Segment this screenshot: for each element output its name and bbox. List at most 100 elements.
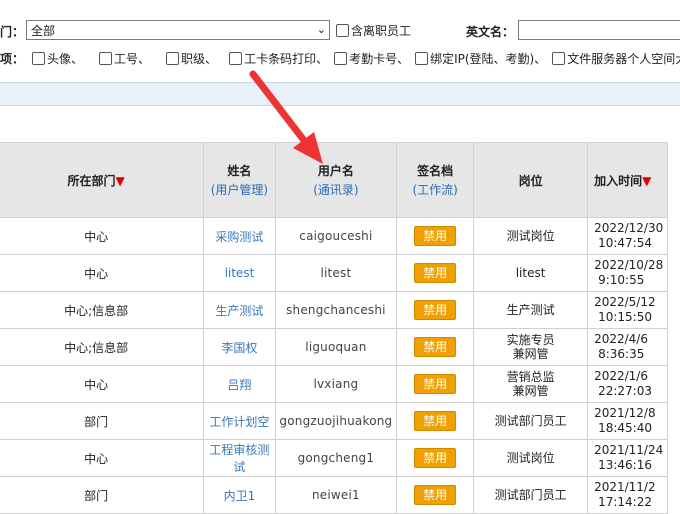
- name-link[interactable]: 内卫1: [224, 489, 256, 503]
- sort-desc-icon[interactable]: ▼: [642, 174, 651, 188]
- checkbox-box[interactable]: [415, 51, 429, 65]
- username-link[interactable]: caigouceshi: [299, 229, 372, 243]
- disable-button[interactable]: 禁用: [414, 485, 457, 505]
- cell-signature: 禁用: [396, 476, 475, 514]
- department-select[interactable]: 全部 ⌄: [26, 20, 330, 40]
- include-resigned-checkbox[interactable]: 含离职员工: [336, 22, 411, 39]
- checkbox-box[interactable]: [32, 51, 46, 65]
- checkbox-box[interactable]: [99, 51, 113, 65]
- username-link[interactable]: litest: [320, 266, 351, 280]
- name-link[interactable]: 吕翔: [227, 378, 251, 392]
- username-link[interactable]: shengchanceshi: [286, 303, 386, 317]
- checkbox-box[interactable]: [166, 51, 180, 65]
- disable-button[interactable]: 禁用: [414, 226, 457, 246]
- header-sub-link[interactable]: (用户管理): [206, 181, 272, 198]
- column-option-label: 文件服务器个人空间大小: [567, 51, 680, 66]
- cell-signature: 禁用: [396, 365, 475, 403]
- cell-position: 测试部门员工: [473, 476, 589, 514]
- cell-name[interactable]: litest: [203, 254, 276, 292]
- disable-button[interactable]: 禁用: [414, 411, 457, 431]
- disable-button[interactable]: 禁用: [414, 300, 457, 320]
- header-label: 姓名: [227, 164, 252, 178]
- cell-name[interactable]: 吕翔: [203, 365, 276, 403]
- sort-desc-icon[interactable]: ▼: [116, 174, 125, 188]
- user-table: 所在部门▼ 姓名 (用户管理) 用户名 (通讯录) 签名档 (工作流) 岗位 加…: [0, 142, 668, 514]
- username-link[interactable]: liguoquan: [305, 340, 366, 354]
- name-link[interactable]: 采购测试: [215, 230, 263, 244]
- cell-name[interactable]: 工程审核测试: [203, 439, 276, 477]
- join-date: 2022/10/28: [594, 258, 664, 272]
- cell-join-time: 2022/1/6 22:27:03: [587, 365, 668, 403]
- position-text: 营销总监 兼网管: [506, 370, 555, 398]
- position-text: 测试岗位: [506, 451, 555, 465]
- join-date: 2022/5/12: [594, 295, 656, 309]
- column-option-rank[interactable]: 职级、: [166, 50, 217, 67]
- header-label: 所在部门: [67, 173, 116, 188]
- cell-position: 测试岗位: [473, 217, 589, 255]
- checkbox-box[interactable]: [334, 51, 348, 65]
- table-row: 中心 采购测试 caigouceshi 禁用 测试岗位 2022/12/30 10:47:5…: [0, 217, 668, 255]
- cell-username[interactable]: lvxiang: [274, 365, 398, 403]
- header-sub-link[interactable]: (通讯录): [278, 181, 395, 198]
- cell-username[interactable]: caigouceshi: [274, 217, 398, 255]
- cell-position: 实施专员 兼网管: [473, 328, 589, 366]
- cell-name[interactable]: 采购测试: [203, 217, 276, 255]
- username-link[interactable]: gongzuojihuakong: [279, 414, 392, 428]
- cell-name[interactable]: 李国权: [203, 328, 276, 366]
- join-time: 22:27:03: [598, 384, 652, 398]
- cell-department: 部门: [0, 476, 205, 514]
- column-option-bind-ip[interactable]: 绑定IP(登陆、考勤)、: [415, 50, 546, 67]
- disable-button[interactable]: 禁用: [414, 448, 457, 468]
- cell-name[interactable]: 工作计划空: [203, 402, 276, 440]
- english-name-input[interactable]: [518, 20, 680, 40]
- cell-department: 中心;信息部: [0, 328, 205, 366]
- cell-username[interactable]: neiwei1: [274, 476, 398, 514]
- cell-name[interactable]: 生产测试: [203, 291, 276, 329]
- column-option-label: 考勤卡号、: [349, 51, 410, 66]
- filter-row-columns: 项： 头像、 工号、 职级、 工卡条码打印、 考勤卡号、 绑定IP(登陆、考勤)…: [0, 46, 680, 70]
- include-resigned-label: 含离职员工: [351, 24, 412, 38]
- join-date: 2022/12/30: [594, 221, 664, 235]
- cell-username[interactable]: gongcheng1: [274, 439, 398, 477]
- column-option-file-space[interactable]: 文件服务器个人空间大小: [552, 50, 680, 67]
- column-option-badge-print[interactable]: 工卡条码打印、: [229, 50, 328, 67]
- cell-name[interactable]: 内卫1: [203, 476, 276, 514]
- name-link[interactable]: 生产测试: [215, 304, 263, 318]
- column-option-employee-id[interactable]: 工号、: [99, 50, 150, 67]
- column-header-username: 用户名 (通讯录): [274, 142, 398, 218]
- cell-username[interactable]: shengchanceshi: [274, 291, 398, 329]
- header-sub-link[interactable]: (工作流): [399, 181, 471, 198]
- column-option-avatar[interactable]: 头像、: [32, 50, 83, 67]
- column-header-department[interactable]: 所在部门▼: [0, 142, 205, 218]
- department-text: 中心;信息部: [64, 303, 129, 318]
- name-link[interactable]: litest: [225, 266, 255, 280]
- name-link[interactable]: 工作计划空: [209, 415, 269, 429]
- username-link[interactable]: lvxiang: [313, 377, 358, 391]
- username-link[interactable]: gongcheng1: [298, 451, 375, 465]
- header-label: 签名档: [417, 164, 454, 178]
- cell-username[interactable]: litest: [274, 254, 398, 292]
- cell-join-time: 2022/4/6 8:36:35: [587, 328, 668, 366]
- disable-button[interactable]: 禁用: [414, 263, 457, 283]
- cell-signature: 禁用: [396, 291, 475, 329]
- checkbox-box[interactable]: [336, 24, 349, 37]
- column-option-attendance-card[interactable]: 考勤卡号、: [334, 50, 409, 67]
- join-time: 8:36:35: [598, 347, 645, 361]
- column-header-join-time[interactable]: 加入时间▼: [587, 142, 668, 218]
- checkbox-box[interactable]: [229, 51, 243, 65]
- join-date: 2021/12/8: [594, 406, 656, 420]
- cell-position: litest: [473, 254, 589, 292]
- disable-button[interactable]: 禁用: [414, 374, 457, 394]
- cell-username[interactable]: liguoquan: [274, 328, 398, 366]
- checkbox-box[interactable]: [552, 51, 566, 65]
- disable-button[interactable]: 禁用: [414, 337, 457, 357]
- username-link[interactable]: neiwei1: [312, 488, 360, 502]
- name-link[interactable]: 工程审核测试: [209, 443, 269, 474]
- cell-department: 中心: [0, 254, 205, 292]
- cell-username[interactable]: gongzuojihuakong: [274, 402, 398, 440]
- cell-position: 测试岗位: [473, 439, 589, 477]
- column-option-label: 绑定IP(登陆、考勤)、: [430, 51, 547, 66]
- column-option-label: 工号、: [114, 51, 151, 66]
- name-link[interactable]: 李国权: [221, 341, 257, 355]
- column-header-position: 岗位: [473, 142, 589, 218]
